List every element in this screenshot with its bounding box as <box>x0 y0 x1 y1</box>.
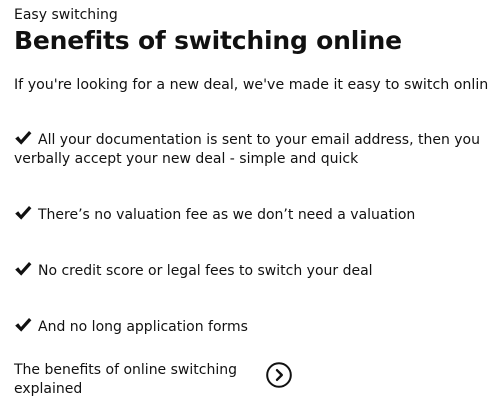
benefit-item: There’s no valuation fee as we don’t nee… <box>14 205 484 225</box>
online-switching-benefits-link[interactable]: The benefits of online switching explain… <box>14 361 304 399</box>
benefit-item: No credit score or legal fees to switch … <box>14 261 484 281</box>
benefit-item: And no long application forms <box>14 317 484 337</box>
eyebrow-label: Easy switching <box>14 7 118 23</box>
checkmark-icon <box>14 317 32 333</box>
benefit-text: No credit score or legal fees to switch … <box>38 263 373 279</box>
benefit-text: There’s no valuation fee as we don’t nee… <box>38 207 416 223</box>
benefit-item: All your documentation is sent to your e… <box>14 130 484 169</box>
link-label: The benefits of online switching explain… <box>14 362 237 397</box>
intro-text: If you're looking for a new deal, we've … <box>14 77 488 93</box>
checkmark-icon <box>14 205 32 221</box>
section-heading: Benefits of switching online <box>14 26 402 55</box>
benefit-text: All your documentation is sent to your e… <box>14 132 480 167</box>
benefit-text: And no long application forms <box>38 319 248 335</box>
chevron-right-circle-icon[interactable] <box>266 362 292 388</box>
checkmark-icon <box>14 261 32 277</box>
checkmark-icon <box>14 130 32 146</box>
